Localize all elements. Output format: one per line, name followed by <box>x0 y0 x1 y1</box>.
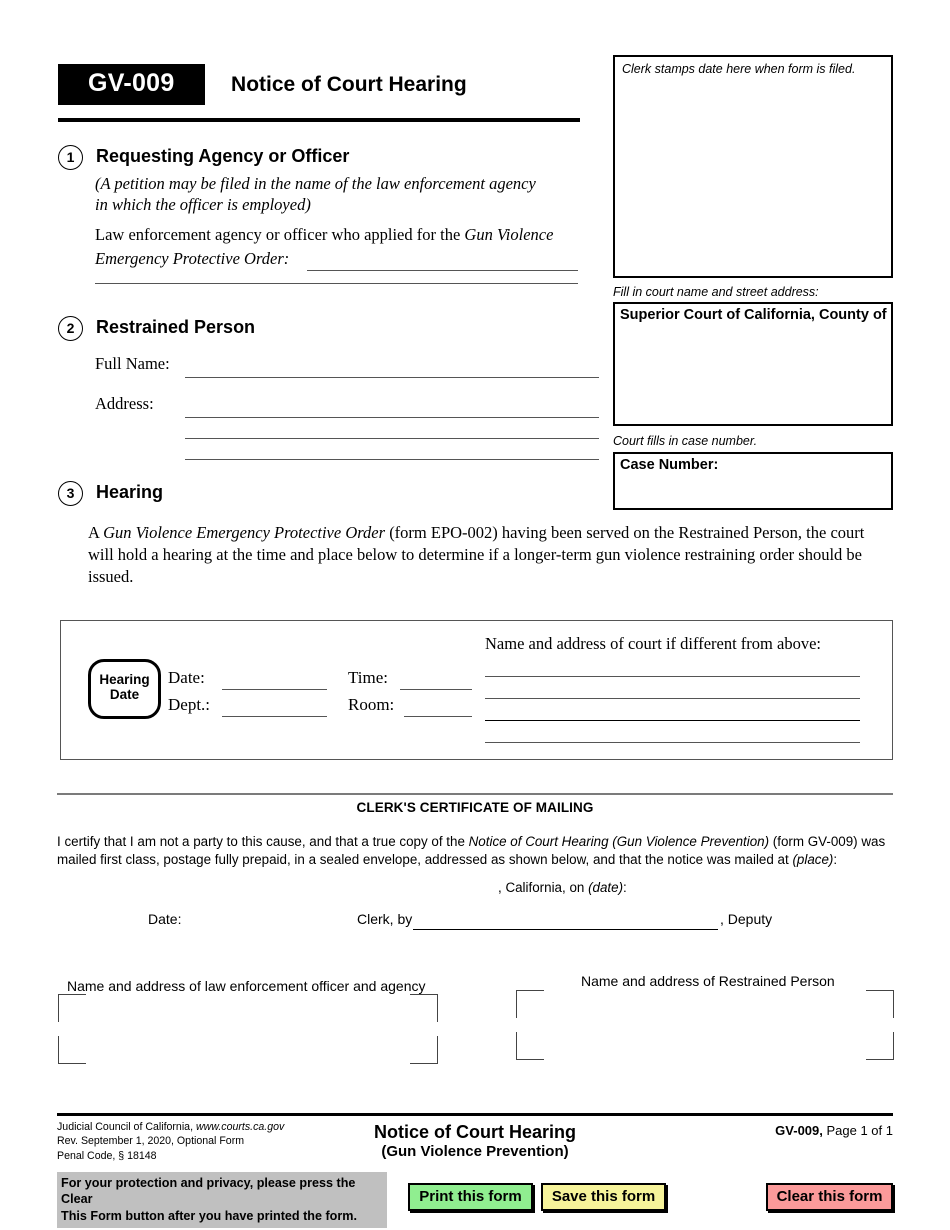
privacy-notice-line-1: For your protection and privacy, please … <box>61 1176 356 1207</box>
clerk-body-part-8: : <box>623 880 627 895</box>
footer-title-line-2: (Gun Violence Prevention) <box>381 1143 569 1160</box>
clerk-date-label: Date: <box>148 911 182 927</box>
clerk-certificate-tail: , California, on (date): <box>498 880 627 895</box>
section-title-1: Requesting Agency or Officer <box>96 146 350 166</box>
hearing-date-input[interactable] <box>222 689 327 690</box>
clerk-stamp-box[interactable] <box>613 55 893 278</box>
full-name-input[interactable] <box>185 377 599 378</box>
deputy-label: , Deputy <box>720 911 773 927</box>
header-divider <box>58 118 580 122</box>
privacy-notice: For your protection and privacy, please … <box>57 1172 387 1229</box>
clerk-certificate-body: I certify that I am not a party to this … <box>57 833 895 869</box>
section-title-3: Hearing <box>96 482 164 502</box>
case-number-label: Case Number: <box>620 457 719 473</box>
bracket-corner-top-right <box>866 990 894 1018</box>
section-1-note-line-2: in which the officer is employed) <box>95 195 311 214</box>
bracket-corner-top-left <box>516 990 544 1018</box>
hearing-paragraph-part-1: A <box>88 523 104 542</box>
clerk-stamp-caption: Clerk stamps date here when form is file… <box>622 62 856 76</box>
clerk-certificate-divider <box>57 793 893 795</box>
hearing-date-label: Date: <box>168 668 205 687</box>
address-label: Address: <box>95 394 154 413</box>
address-input-line-3[interactable] <box>185 459 599 460</box>
hearing-court-address-line-3[interactable] <box>485 720 860 721</box>
hearing-dept-label: Dept.: <box>168 695 211 714</box>
hearing-dept-input[interactable] <box>222 716 327 717</box>
clerk-signature-input[interactable] <box>413 929 718 930</box>
bracket-corner-bottom-left <box>516 1032 544 1060</box>
clerk-body-place: (place) <box>792 852 834 868</box>
clear-this-form-button[interactable]: Clear this form <box>766 1183 893 1211</box>
address-input-line-2[interactable] <box>185 438 599 439</box>
full-name-label: Full Name: <box>95 354 170 373</box>
clerk-by-label: Clerk, by <box>357 911 413 927</box>
page-title: Notice of Court Hearing <box>231 72 467 96</box>
section-number-2: 2 <box>58 316 83 341</box>
hearing-room-input[interactable] <box>404 716 472 717</box>
form-number-badge: GV-009 <box>58 64 205 105</box>
form-header: GV-009 Notice of Court Hearing <box>58 64 580 105</box>
hearing-room-label: Room: <box>348 695 395 714</box>
hearing-date-badge: Hearing Date <box>88 659 161 719</box>
hearing-time-label: Time: <box>348 668 389 687</box>
form-page: GV-009 Notice of Court Hearing 1 Request… <box>0 0 950 1230</box>
restrained-address-label: Name and address of Restrained Person <box>576 973 840 989</box>
hearing-court-address-label: Name and address of court if different f… <box>485 634 821 653</box>
footer-page-info: GV-009, Page 1 of 1 <box>775 1123 893 1138</box>
footer-divider <box>57 1113 893 1116</box>
clerk-certificate-heading: CLERK'S CERTIFICATE OF MAILING <box>356 800 594 815</box>
clerk-body-part-6: , California, on <box>498 880 589 895</box>
bracket-corner-bottom-right <box>866 1032 894 1060</box>
officer-address-label: Name and address of law enforcement offi… <box>62 978 431 994</box>
footer-page-number: Page 1 of 1 <box>822 1123 893 1138</box>
print-this-form-button[interactable]: Print this form <box>408 1183 533 1211</box>
clerk-body-part-1: I certify that I am not a party to this … <box>57 834 469 849</box>
clerk-body-part-5: : <box>833 852 838 868</box>
save-this-form-button[interactable]: Save this form <box>541 1183 666 1211</box>
bracket-corner-top-right <box>410 994 438 1022</box>
hearing-court-address-line-4[interactable] <box>485 742 860 743</box>
address-input-line-1[interactable] <box>185 417 599 418</box>
section-1-prompt-text: Law enforcement agency or officer who ap… <box>95 225 465 244</box>
bracket-corner-bottom-left <box>58 1036 86 1064</box>
section-1-prompt-italic: Gun Violence <box>464 225 554 244</box>
bracket-corner-top-left <box>58 994 86 1022</box>
section-number-1: 1 <box>58 145 83 170</box>
clerk-body-form-title: Notice of Court Hearing (Gun Violence Pr… <box>468 834 770 849</box>
hearing-court-address-line-2[interactable] <box>485 698 860 699</box>
section-1-prompt-line-2: Emergency Protective Order: <box>95 249 290 268</box>
hearing-time-input[interactable] <box>400 689 472 690</box>
section-1-prompt-line-1: Law enforcement agency or officer who ap… <box>95 225 553 245</box>
section-1-note-line-1: (A petition may be filed in the name of … <box>95 174 536 193</box>
section-number-3: 3 <box>58 481 83 506</box>
section-title-2: Restrained Person <box>96 317 256 337</box>
hearing-date-badge-line-2: Date <box>109 687 140 703</box>
privacy-notice-line-2: This Form button after you have printed … <box>61 1208 357 1223</box>
court-name-value: Superior Court of California, County of <box>620 307 887 323</box>
restrained-address-box[interactable] <box>516 990 894 1060</box>
agency-officer-input-line-1[interactable] <box>307 270 578 271</box>
case-number-caption: Court fills in case number. <box>613 434 758 448</box>
court-name-caption: Fill in court name and street address: <box>613 285 819 299</box>
agency-officer-input-line-2[interactable] <box>95 283 578 284</box>
hearing-date-badge-line-1: Hearing <box>99 672 150 687</box>
officer-address-box[interactable] <box>58 994 438 1064</box>
bracket-corner-bottom-right <box>410 1036 438 1064</box>
clerk-body-date: (date) <box>588 880 624 895</box>
hearing-court-address-line-1[interactable] <box>485 676 860 677</box>
footer-form-number: GV-009, <box>775 1123 823 1138</box>
hearing-paragraph-order-title: Gun Violence Emergency Protective Order <box>103 523 386 542</box>
hearing-paragraph: A Gun Violence Emergency Protective Orde… <box>88 522 888 587</box>
